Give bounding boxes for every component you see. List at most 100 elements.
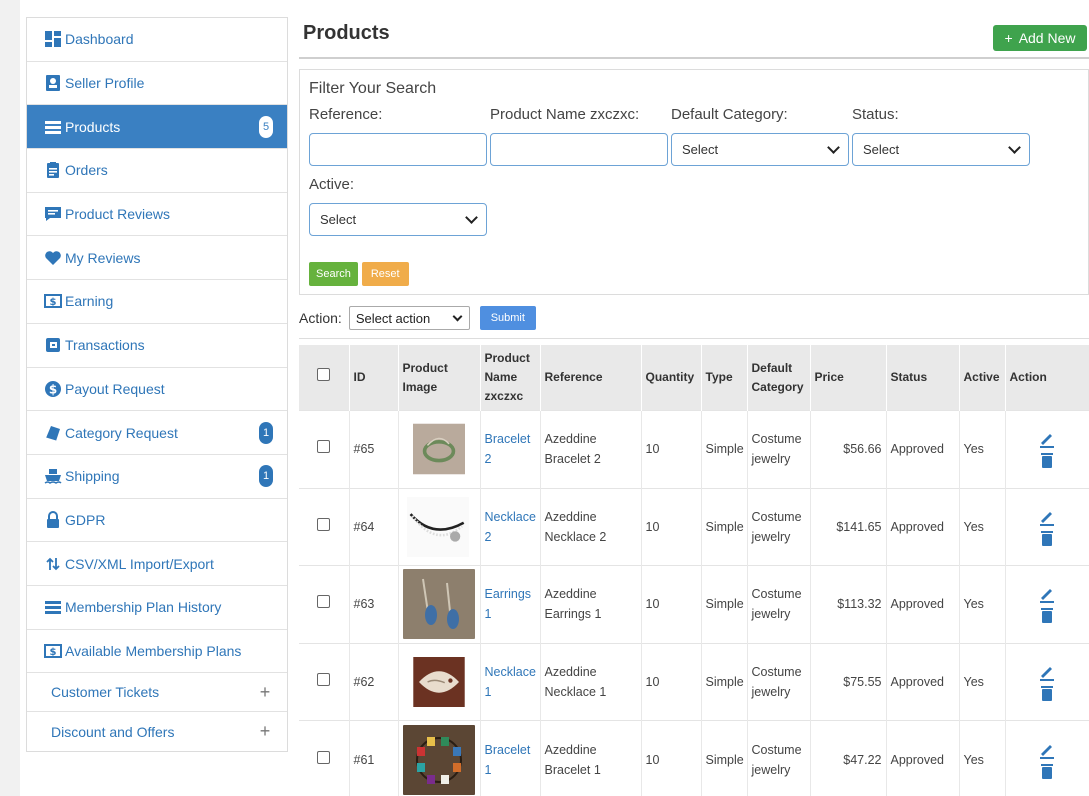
product-reference: Azeddine Bracelet 2	[540, 410, 642, 489]
sidebar-item-payout-request[interactable]: $ Payout Request	[27, 368, 287, 412]
trash-icon[interactable]	[1040, 452, 1054, 469]
sidebar-item-label: Membership Plan History	[65, 599, 222, 616]
clipboard-icon	[43, 160, 63, 180]
row-checkbox[interactable]	[317, 440, 331, 454]
add-new-button[interactable]: + Add New	[993, 25, 1087, 51]
sidebar-item-dashboard[interactable]: Dashboard	[27, 18, 287, 62]
column-header-type[interactable]: Type	[701, 345, 748, 411]
edit-icon[interactable]	[1038, 508, 1056, 526]
sidebar-item-label: Earning	[65, 293, 114, 310]
reset-button[interactable]: Reset	[361, 262, 409, 286]
product-thumbnail[interactable]	[412, 423, 465, 475]
sidebar-item-transactions[interactable]: Transactions	[27, 324, 287, 368]
column-header-active[interactable]: Active	[959, 345, 1006, 411]
column-header-status[interactable]: Status	[886, 345, 960, 411]
trash-icon[interactable]	[1040, 685, 1054, 702]
sidebar-item-earning[interactable]: $ Earning	[27, 280, 287, 324]
active-select[interactable]: Select	[309, 203, 487, 236]
row-checkbox[interactable]	[317, 517, 331, 531]
sidebar-item-label: Products	[65, 118, 121, 135]
sidebar-item-membership-plan-history[interactable]: Membership Plan History	[27, 586, 287, 630]
trash-icon[interactable]	[1040, 607, 1054, 624]
product-name-link[interactable]: Bracelet 1	[485, 743, 531, 777]
sidebar-item-csv-xml-import-export[interactable]: CSV/XML Import/Export	[27, 542, 287, 586]
trash-icon[interactable]	[1040, 763, 1054, 779]
product-quantity: 10	[641, 487, 702, 566]
status-label: Status:	[852, 106, 899, 123]
row-checkbox[interactable]	[317, 673, 331, 687]
sidebar-item-customer-tickets[interactable]: Customer Tickets +	[27, 673, 287, 713]
product-name-link[interactable]: Necklace 1	[485, 665, 536, 699]
products-table: ID Product Image Product Name zxczxc Ref…	[299, 345, 1089, 796]
trash-icon[interactable]	[1040, 530, 1054, 546]
product-type: Simple	[701, 487, 748, 566]
submit-button[interactable]: Submit	[479, 306, 536, 330]
product-name-link[interactable]: Earrings 1	[485, 587, 532, 621]
product-thumbnail[interactable]	[405, 496, 471, 557]
product-quantity: 10	[641, 642, 702, 721]
sidebar-item-product-reviews[interactable]: Product Reviews	[27, 193, 287, 237]
select-value: Select	[682, 142, 719, 157]
sidebar-item-label: GDPR	[65, 511, 106, 528]
edit-icon[interactable]	[1038, 663, 1056, 682]
default-category-select[interactable]: Select	[671, 133, 849, 166]
sidebar-item-shipping[interactable]: Shipping 1	[27, 455, 287, 499]
row-checkbox[interactable]	[317, 750, 331, 764]
row-checkbox-cell	[299, 565, 350, 644]
sidebar-item-orders[interactable]: Orders	[27, 149, 287, 193]
search-button[interactable]: Search	[309, 262, 358, 286]
action-cell	[1005, 410, 1089, 489]
product-category: Costume jewelry	[747, 642, 811, 721]
select-value: Select	[863, 142, 900, 157]
count-badge: 1	[259, 421, 273, 444]
chevron-down-icon	[452, 311, 463, 321]
product-id: #63	[349, 565, 399, 644]
product-name-cell: Bracelet 2	[480, 410, 541, 489]
product-thumbnail[interactable]	[402, 724, 475, 795]
status-select[interactable]: Select	[852, 133, 1030, 166]
product-name-label: Product Name zxczxc:	[490, 106, 640, 123]
edit-icon[interactable]	[1038, 585, 1056, 604]
sidebar-item-category-request[interactable]: Category Request 1	[27, 411, 287, 455]
sidebar-item-discount-and-offers[interactable]: Discount and Offers +	[27, 712, 287, 751]
table-row: #65 Bracelet 2 Azeddine Bracelet 2 10 Si…	[299, 410, 1089, 489]
default-category-label: Default Category:	[671, 106, 788, 123]
column-header-price[interactable]: Price	[810, 345, 887, 411]
chevron-down-icon	[465, 210, 478, 224]
product-status: Approved	[886, 565, 960, 644]
title-bar: Products + Add New	[299, 17, 1089, 59]
table-row: #63 Earrings 1 Azeddine Earrings 1 10 Si…	[299, 565, 1089, 644]
bulk-action-select[interactable]: Select action	[348, 306, 470, 330]
column-header-id[interactable]: ID	[349, 345, 399, 411]
edit-icon[interactable]	[1038, 741, 1056, 759]
plus-icon[interactable]: +	[257, 682, 273, 703]
product-price: $47.22	[810, 720, 887, 796]
sidebar-item-products[interactable]: Products 5	[27, 105, 287, 150]
sidebar-item-my-reviews[interactable]: My Reviews	[27, 236, 287, 281]
sidebar-item-seller-profile[interactable]: Seller Profile	[27, 62, 287, 106]
svg-text:$: $	[50, 297, 57, 308]
row-checkbox[interactable]	[317, 595, 331, 609]
product-name-link[interactable]: Bracelet 2	[485, 432, 531, 466]
column-header-reference[interactable]: Reference	[540, 345, 642, 411]
plus-icon[interactable]: +	[257, 721, 273, 742]
column-header-category[interactable]: Default Category	[747, 345, 811, 411]
book-icon	[43, 423, 63, 443]
product-thumbnail[interactable]	[403, 657, 475, 708]
column-header-name[interactable]: Product Name zxczxc	[480, 345, 541, 411]
product-thumbnail[interactable]	[402, 569, 475, 640]
edit-icon[interactable]	[1038, 430, 1056, 449]
product-name-input[interactable]	[490, 133, 668, 166]
select-all-checkbox[interactable]	[317, 368, 331, 381]
plus-icon: +	[1004, 30, 1013, 46]
column-header-quantity[interactable]: Quantity	[641, 345, 702, 411]
sidebar-item-gdpr[interactable]: GDPR	[27, 499, 287, 543]
action-cell	[1005, 565, 1089, 644]
reference-input[interactable]	[309, 133, 487, 166]
money-icon: $	[43, 291, 63, 311]
row-checkbox-cell	[299, 410, 350, 489]
product-name-link[interactable]: Necklace 2	[485, 510, 536, 544]
list-icon	[43, 117, 63, 137]
sidebar-item-available-membership-plans[interactable]: $ Available Membership Plans	[27, 630, 287, 674]
product-reference: Azeddine Bracelet 1	[540, 720, 642, 796]
